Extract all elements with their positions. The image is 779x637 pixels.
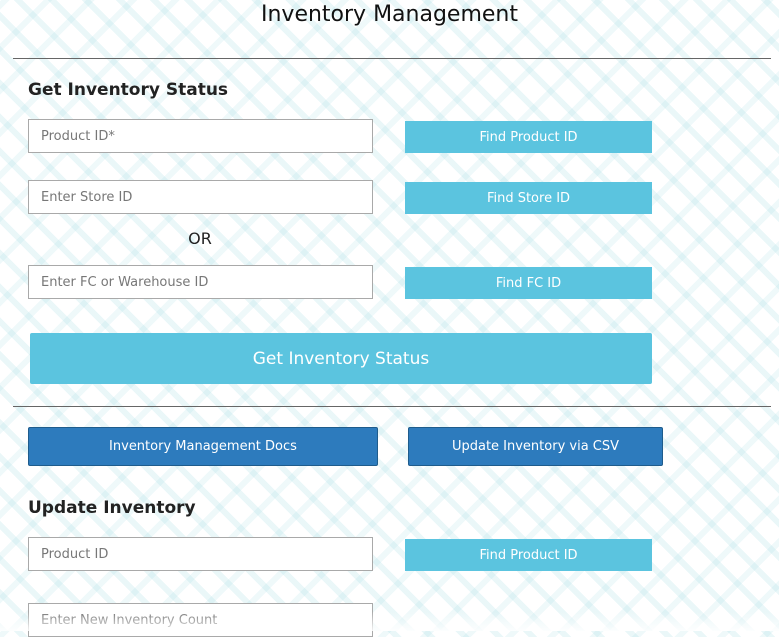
inventory-docs-button[interactable]: Inventory Management Docs xyxy=(28,427,378,466)
find-fc-button[interactable]: Find FC ID xyxy=(405,267,652,299)
update-via-csv-button[interactable]: Update Inventory via CSV xyxy=(408,427,663,466)
page-title: Inventory Management xyxy=(261,2,518,27)
status-find-product-button[interactable]: Find Product ID xyxy=(405,121,652,153)
update-find-product-button[interactable]: Find Product ID xyxy=(405,539,652,571)
update-inventory-heading: Update Inventory xyxy=(28,498,196,518)
middle-divider xyxy=(13,406,771,407)
find-store-button[interactable]: Find Store ID xyxy=(405,182,652,214)
status-product-id-input[interactable] xyxy=(28,119,373,153)
get-status-heading: Get Inventory Status xyxy=(28,80,229,100)
store-id-input[interactable] xyxy=(28,180,373,214)
top-divider xyxy=(13,58,771,59)
new-inventory-count-input[interactable] xyxy=(28,603,373,637)
get-inventory-status-button[interactable]: Get Inventory Status xyxy=(30,333,652,384)
or-label: OR xyxy=(188,229,212,248)
update-product-id-input[interactable] xyxy=(28,537,373,571)
fc-id-input[interactable] xyxy=(28,265,373,299)
